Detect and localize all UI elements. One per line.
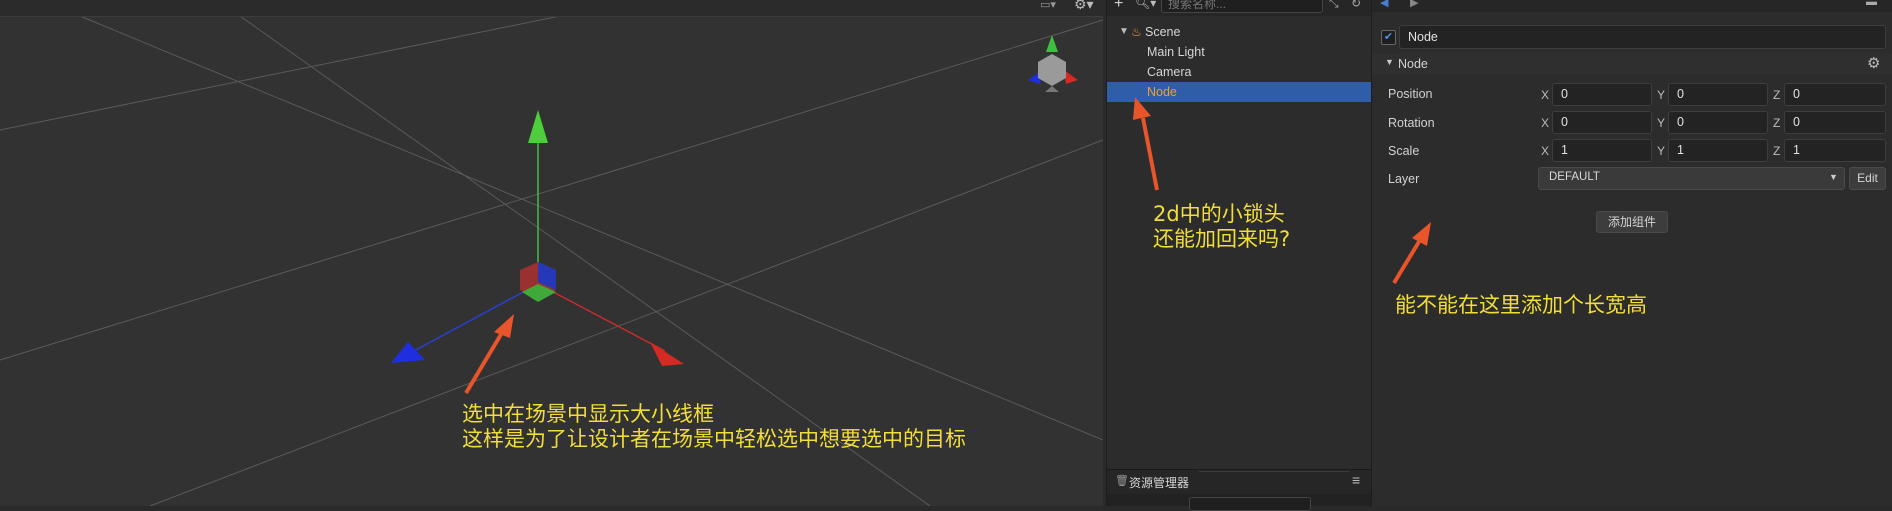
annotation-arrow (464, 314, 514, 395)
inspector-annotation-arrow (1392, 222, 1431, 285)
assets-title: 资源管理器 (1129, 476, 1190, 490)
inspector-panel: ◀ ▶ ▬ ✔ Node ▼ Node ⚙ Position X 0 Y 0 Z… (1372, 0, 1892, 506)
scene-annotation-line2: 这样是为了让设计者在场景中轻松选中想要选中的目标 (462, 427, 966, 451)
menu-icon[interactable]: ≡ (1352, 472, 1360, 488)
assets-panel-header: 🗑 资源管理器 ≡ (1107, 469, 1371, 494)
hierarchy-annotation-line2: 还能加回来吗? (1153, 227, 1291, 251)
transform-gizmo[interactable] (391, 110, 684, 366)
gear-icon[interactable]: ⚙▾ (1074, 0, 1094, 13)
scene-annotation-line1: 选中在场景中显示大小线框 (462, 402, 714, 426)
hierarchy-annotation-line1: 2d中的小锁头 (1153, 202, 1285, 226)
camera-icon[interactable]: ▭▾ (1040, 0, 1056, 11)
assets-tab-strip[interactable] (1199, 471, 1349, 492)
hierarchy-panel: + 🔍︎▾ 搜索名称... ⤡ ↻ ▼ ♨ Scene Main Light C… (1106, 0, 1372, 511)
assets-toolbar (1107, 494, 1371, 511)
assets-search-input[interactable] (1189, 497, 1311, 511)
orientation-gizmo-icon[interactable] (1028, 35, 1078, 92)
inspector-annotation: 能不能在这里添加个长宽高 (1395, 293, 1647, 317)
scene-toolbar: ▭▾ ⚙▾ (0, 0, 1103, 17)
trash-icon[interactable]: 🗑 (1115, 474, 1129, 487)
scene-view[interactable]: ▭▾ ⚙▾ 选中在场景中显示大小线框 这样是为了让设计者在场景中轻松选中想要选中… (0, 0, 1103, 506)
